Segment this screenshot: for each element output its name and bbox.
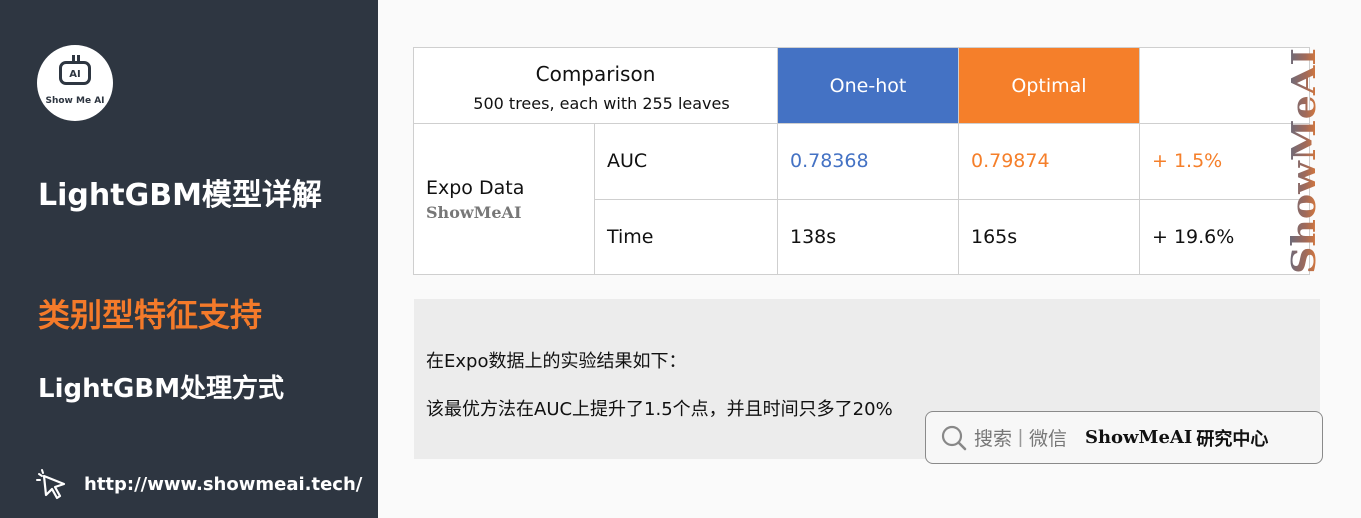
comparison-title: Comparison: [535, 62, 656, 86]
showmeai-logo: AI Show Me AI: [37, 45, 113, 121]
badge-center-text: 研究中心: [1196, 428, 1269, 450]
auc-onehot: 0.78368: [777, 123, 959, 200]
badge-brand: ShowMeAI: [1084, 427, 1193, 448]
badge-search-text: 搜索: [974, 428, 1013, 450]
robot-face-icon: AI: [59, 55, 91, 85]
dataset-cell: Expo Data ShowMeAI: [413, 123, 595, 275]
subsection-title: LightGBM处理方式: [38, 374, 285, 404]
auc-diff: + 1.5%: [1139, 123, 1310, 200]
comparison-header-cell: Comparison 500 trees, each with 255 leav…: [413, 47, 778, 124]
sidebar: AI Show Me AI LightGBM模型详解 类别型特征支持 Light…: [0, 0, 378, 518]
table-row: Expo Data ShowMeAI AUC 0.78368 0.79874 +…: [413, 123, 1310, 275]
note-line-1: 在Expo数据上的实验结果如下：: [426, 351, 687, 372]
dataset-label: Expo Data: [426, 176, 525, 199]
comparison-subtitle: 500 trees, each with 255 leaves: [473, 94, 730, 113]
comparison-table: Comparison 500 trees, each with 255 leav…: [413, 47, 1310, 275]
cursor-click-icon: [36, 469, 66, 500]
logo-name: Show Me AI: [45, 96, 105, 106]
section-title: 类别型特征支持: [38, 296, 263, 334]
table-header-row: Comparison 500 trees, each with 255 leav…: [413, 47, 1310, 124]
metric-auc: AUC: [594, 123, 778, 200]
time-diff: + 19.6%: [1139, 198, 1310, 275]
auc-optimal: 0.79874: [958, 123, 1140, 200]
vertical-watermark: ShowMeAI: [1285, 48, 1323, 274]
search-icon: [941, 425, 967, 450]
badge-wechat-text: 微信: [1028, 428, 1067, 450]
header-onehot: One-hot: [777, 47, 959, 124]
time-onehot: 138s: [777, 198, 959, 275]
note-line-2: 该最优方法在AUC上提升了1.5个点，并且时间只多了20%: [426, 399, 893, 420]
metric-time: Time: [594, 198, 778, 275]
course-title: LightGBM模型详解: [38, 178, 322, 213]
vertical-watermark-text: ShowMeAI: [1285, 48, 1323, 274]
time-optimal: 165s: [958, 198, 1140, 275]
search-badge[interactable]: 搜索 | 微信 ShowMeAI 研究中心: [925, 411, 1323, 464]
website-link[interactable]: http://www.showmeai.tech/: [36, 468, 362, 500]
dataset-watermark: ShowMeAI: [426, 202, 522, 222]
badge-separator: |: [1018, 426, 1023, 448]
logo-ai-text: AI: [69, 69, 81, 80]
website-url[interactable]: http://www.showmeai.tech/: [84, 474, 362, 495]
header-blank: [1139, 47, 1310, 124]
header-optimal: Optimal: [958, 47, 1140, 124]
